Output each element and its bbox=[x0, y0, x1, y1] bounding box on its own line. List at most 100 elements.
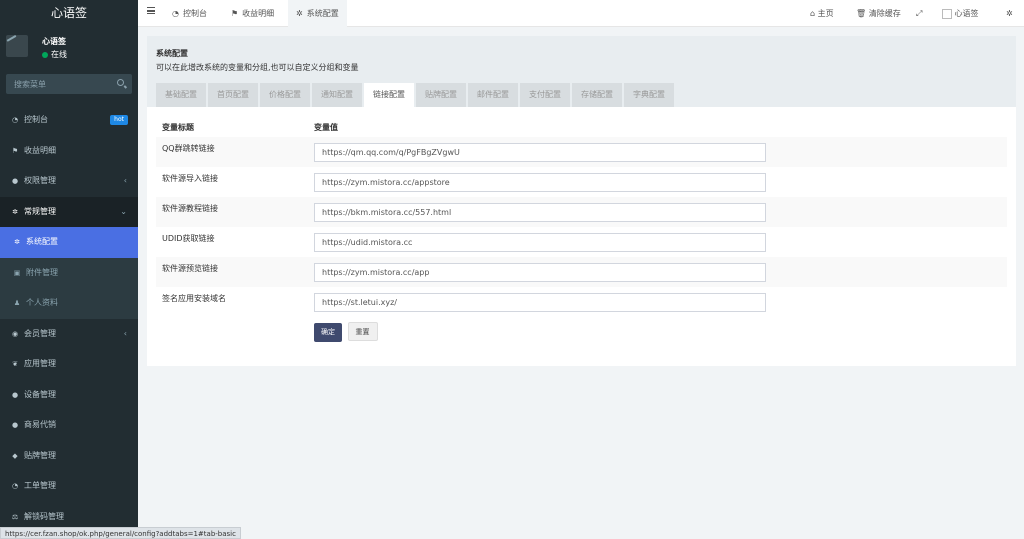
sidebar-item-label: 商易代销 bbox=[24, 420, 56, 429]
sidebar-item-profile[interactable]: ♟ 个人资料 bbox=[0, 288, 138, 319]
sidebar-item-label: 系统配置 bbox=[26, 237, 58, 246]
tab-dashboard[interactable]: ◔ 控制台 bbox=[164, 0, 215, 27]
chevron-down-icon: ⌄ bbox=[120, 206, 127, 216]
user-avatar-icon bbox=[942, 8, 952, 19]
sidebar-item-label: 权限管理 bbox=[24, 176, 56, 185]
tab-links[interactable]: 链接配置 bbox=[364, 83, 414, 107]
tab-payment[interactable]: 支付配置 bbox=[520, 83, 570, 107]
source-preview-link-input[interactable] bbox=[314, 263, 766, 282]
home-icon: ⌂ bbox=[810, 9, 816, 18]
sidebar-item-label: 贴牌管理 bbox=[24, 450, 56, 460]
sidebar-item-label: 常规管理 bbox=[24, 206, 56, 216]
form-actions: 确定 重置 bbox=[314, 322, 381, 342]
tab-mail[interactable]: 邮件配置 bbox=[468, 83, 518, 107]
circle-icon: ● bbox=[11, 421, 19, 429]
app-logo[interactable]: 心语签 bbox=[0, 0, 138, 27]
menu-search-input[interactable] bbox=[6, 74, 132, 94]
row-label: 软件源导入链接 bbox=[162, 174, 218, 183]
user-menu[interactable]: 心语签 bbox=[942, 0, 979, 27]
install-domain-input[interactable] bbox=[314, 293, 766, 312]
source-import-link-input[interactable] bbox=[314, 173, 766, 192]
fullscreen-button[interactable]: ⤢ bbox=[916, 0, 922, 27]
tab-homepage[interactable]: 首页配置 bbox=[208, 83, 258, 107]
sidebar-item-label: 设备管理 bbox=[24, 389, 56, 399]
tab-oem[interactable]: 贴牌配置 bbox=[416, 83, 466, 107]
sidebar-item-label: 附件管理 bbox=[26, 267, 58, 277]
tab-dictionary[interactable]: 字典配置 bbox=[624, 83, 674, 107]
user-status-label: 在线 bbox=[51, 50, 67, 59]
tab-label: 控制台 bbox=[182, 9, 207, 18]
trash-icon: 🗑 bbox=[856, 9, 867, 18]
tab-label: 收益明细 bbox=[242, 9, 275, 18]
home-link[interactable]: ⌂ 主页 bbox=[810, 0, 834, 27]
tab-system-config[interactable]: ✲ 系统配置 bbox=[288, 0, 347, 27]
reset-button[interactable]: 重置 bbox=[347, 322, 378, 341]
config-table: 变量标题 变量值 QQ群跳转链接 软件源导入链接 软件源教程链接 UDID获取链… bbox=[156, 118, 1007, 317]
clear-cache-link[interactable]: 🗑 清除缓存 bbox=[856, 0, 901, 27]
sidebar-menu: ◔ 控制台 hot ⚑ 收益明细 ● 权限管理 ‹ ✲ 常规管理 ⌄ ✲ 系统配置 ▣ 附件管理 … bbox=[0, 105, 138, 532]
tab-basic[interactable]: 基础配置 bbox=[156, 83, 206, 107]
user-icon: ♟ bbox=[13, 299, 21, 307]
table-header: 变量标题 变量值 bbox=[156, 118, 1007, 137]
sidebar-item-attachments[interactable]: ▣ 附件管理 bbox=[0, 257, 138, 288]
dashboard-icon: ◔ bbox=[172, 9, 179, 18]
row-label: UDID获取链接 bbox=[162, 234, 215, 243]
sidebar-item-earnings[interactable]: ⚑ 收益明细 bbox=[0, 136, 138, 167]
menu-toggle-icon[interactable] bbox=[147, 7, 155, 14]
row-label: 软件源教程链接 bbox=[162, 204, 218, 213]
confirm-button[interactable]: 确定 bbox=[314, 323, 342, 342]
page-title: 系统配置 bbox=[156, 49, 188, 58]
tab-notify[interactable]: 通知配置 bbox=[312, 83, 362, 107]
user-circle-icon: ◉ bbox=[11, 329, 19, 338]
flag-icon: ⚑ bbox=[11, 146, 19, 155]
topbar: ◔ 控制台 ⚑ 收益明细 ✲ 系统配置 ⌂ 主页 🗑 清除缓存 ⤢ 心语签 ✲ bbox=[138, 0, 1024, 27]
source-tutorial-link-input[interactable] bbox=[314, 203, 766, 222]
menu-search bbox=[6, 74, 132, 94]
tab-price[interactable]: 价格配置 bbox=[260, 83, 310, 107]
sidebar-item-members[interactable]: ◉ 会员管理 ‹ bbox=[0, 319, 138, 350]
dashboard-icon: ◔ bbox=[11, 482, 19, 490]
sidebar-item-devices[interactable]: ● 设备管理 bbox=[0, 380, 138, 411]
sidebar-item-general[interactable]: ✲ 常规管理 ⌄ bbox=[0, 196, 138, 227]
browser-status-url: https://cer.fzan.shop/ok.php/general/con… bbox=[0, 527, 241, 539]
sidebar: 心语签 心语签 在线 ◔ 控制台 hot ⚑ 收益明细 ● 权限管理 ‹ ✲ 常规管理 ⌄ ✲… bbox=[0, 0, 138, 539]
header-variable-value: 变量值 bbox=[314, 123, 338, 132]
tags-icon: ◆ bbox=[12, 451, 18, 460]
search-icon[interactable] bbox=[117, 79, 124, 86]
sidebar-item-tickets[interactable]: ◔ 工单管理 bbox=[0, 471, 138, 502]
gears-icon: ✲ bbox=[1006, 9, 1013, 18]
tab-earnings[interactable]: ⚑ 收益明细 bbox=[223, 0, 282, 27]
gear-icon: ✲ bbox=[14, 238, 20, 246]
sidebar-item-oem[interactable]: ◆ 贴牌管理 bbox=[0, 441, 138, 472]
expand-icon: ⤢ bbox=[916, 9, 923, 18]
header-variable-title: 变量标题 bbox=[162, 123, 194, 132]
sidebar-item-label: 解锁码管理 bbox=[24, 511, 64, 521]
config-tabs: 基础配置 首页配置 价格配置 通知配置 链接配置 贴牌配置 邮件配置 支付配置 … bbox=[156, 83, 676, 107]
qq-group-link-input[interactable] bbox=[314, 143, 766, 162]
file-image-icon: ▣ bbox=[13, 268, 21, 277]
sidebar-item-permissions[interactable]: ● 权限管理 ‹ bbox=[0, 166, 138, 197]
leaf-icon: ❦ bbox=[12, 360, 18, 368]
sidebar-item-label: 控制台 bbox=[24, 115, 48, 124]
online-dot-icon bbox=[42, 51, 48, 58]
home-label: 主页 bbox=[817, 9, 834, 18]
udid-link-input[interactable] bbox=[314, 233, 766, 252]
sidebar-item-resale[interactable]: ● 商易代销 bbox=[0, 410, 138, 441]
avatar bbox=[6, 35, 28, 57]
page-description: 可以在此增改系统的变量和分组,也可以自定义分组和变量 bbox=[156, 63, 359, 72]
table-row: 软件源预览链接 bbox=[156, 257, 1007, 287]
settings-button[interactable]: ✲ bbox=[1006, 0, 1013, 27]
tab-label: 系统配置 bbox=[306, 9, 339, 18]
table-row: 软件源导入链接 bbox=[156, 167, 1007, 197]
chevron-left-icon: ‹ bbox=[123, 176, 127, 185]
sidebar-item-label: 应用管理 bbox=[24, 359, 56, 368]
flag-icon: ⚑ bbox=[231, 9, 239, 18]
row-label: 签名应用安装域名 bbox=[162, 294, 226, 303]
sidebar-item-system-config[interactable]: ✲ 系统配置 bbox=[0, 227, 138, 258]
tab-storage[interactable]: 存储配置 bbox=[572, 83, 622, 107]
sidebar-item-apps[interactable]: ❦ 应用管理 bbox=[0, 349, 138, 380]
table-row: QQ群跳转链接 bbox=[156, 137, 1007, 167]
cogs-icon: ✲ bbox=[12, 207, 18, 216]
sidebar-item-dashboard[interactable]: ◔ 控制台 hot bbox=[0, 105, 138, 136]
sidebar-item-label: 工单管理 bbox=[24, 481, 56, 490]
